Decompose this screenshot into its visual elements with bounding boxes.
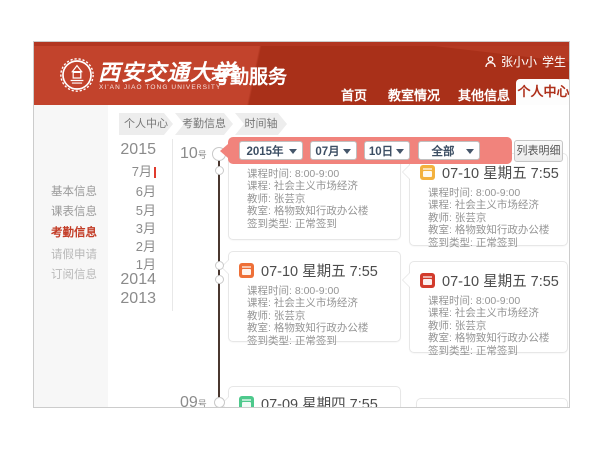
timeline-nav-month-3[interactable]: 3月	[94, 218, 156, 237]
timeline-nav-divider	[172, 139, 173, 311]
card-header: 07-10 星期五 7:55	[442, 162, 559, 183]
app-header: 西安交通大学 XI'AN JIAO TONG UNIVERSITY 考勤服务 张…	[34, 42, 570, 105]
attendance-card: 07-10 星期五 7:55 课程时间: 8:00-9:00 课程: 社会主义市…	[409, 153, 568, 246]
nav-item-home[interactable]: 首页	[341, 85, 367, 104]
event-type-icon	[239, 396, 254, 408]
sidebar-item-schedule-info[interactable]: 课表信息	[51, 203, 97, 219]
attendance-card: 课程时间: 8:00-9:00 课程: 社会主义市场经济 教师: 张芸京 教室:…	[228, 151, 401, 240]
list-detail-button[interactable]: 列表明细	[514, 140, 563, 162]
event-type-icon	[420, 165, 435, 180]
filter-bar: 2015年 07月 10日 全部	[228, 137, 512, 164]
filter-bar-pointer	[220, 144, 228, 158]
person-icon	[485, 56, 496, 68]
card-header: 07-09 星期四 7:55	[261, 393, 378, 408]
user-name: 张小小	[501, 53, 537, 70]
nav-item-classrooms[interactable]: 教室情况	[388, 85, 440, 104]
nav-item-other-info[interactable]: 其他信息	[458, 85, 510, 104]
chevron-down-icon	[289, 149, 297, 154]
attendance-card: 07-10 星期五 7:55 课程时间: 8:00-9:00 课程: 社会主义市…	[228, 251, 401, 342]
sidebar-item-leave-request[interactable]: 请假申请	[51, 246, 97, 262]
user-role: 学生	[542, 53, 566, 70]
timeline-node-small-3	[215, 275, 224, 284]
breadcrumb-attendance-info[interactable]: 考勤信息	[175, 113, 233, 135]
chevron-down-icon	[343, 149, 351, 154]
type-dropdown[interactable]: 全部	[418, 141, 480, 160]
timeline-node-small-1	[215, 166, 224, 175]
event-type-icon	[239, 263, 254, 278]
day-group-label-10: 10号	[180, 145, 207, 163]
timeline-nav-2013[interactable]: 2013	[94, 290, 156, 308]
attendance-card-partial	[416, 398, 568, 408]
timeline-nav-2014[interactable]: 2014	[94, 271, 156, 289]
app-title: 考勤服务	[211, 62, 287, 89]
nav-tab-personal-center[interactable]: 个人中心	[516, 79, 570, 105]
chevron-down-icon	[466, 149, 474, 154]
user-info[interactable]: 张小小 学生	[485, 53, 566, 70]
breadcrumb-personal-center[interactable]: 个人中心	[119, 113, 173, 135]
sidebar-item-basic-info[interactable]: 基本信息	[51, 183, 97, 199]
app-window: 西安交通大学 XI'AN JIAO TONG UNIVERSITY 考勤服务 张…	[33, 41, 570, 408]
sidebar-item-attendance-info[interactable]: 考勤信息	[51, 224, 97, 240]
timeline-nav-2015[interactable]: 2015	[94, 141, 156, 159]
card-header: 07-10 星期五 7:55	[442, 270, 559, 291]
day-group-label-09: 09号	[180, 394, 207, 408]
attendance-card: 07-10 星期五 7:55 课程时间: 8:00-9:00 课程: 社会主义市…	[409, 261, 568, 353]
university-seal-icon	[60, 58, 94, 92]
month-dropdown[interactable]: 07月	[310, 141, 357, 160]
timeline-nav-month-7[interactable]: 7月	[94, 161, 156, 180]
university-name-en: XI'AN JIAO TONG UNIVERSITY	[99, 84, 221, 91]
active-month-tick	[154, 167, 156, 178]
timeline-nav-month-5[interactable]: 5月	[94, 200, 156, 219]
timeline-node-day09	[214, 397, 225, 408]
timeline-nav-month-6[interactable]: 6月	[94, 181, 156, 200]
day-dropdown[interactable]: 10日	[364, 141, 410, 160]
year-dropdown[interactable]: 2015年	[239, 141, 303, 160]
attendance-card: 07-09 星期四 7:55 课程时间: 8:00-9:00 课程: 社会主义市…	[228, 386, 401, 408]
timeline-node-small-2	[215, 261, 224, 270]
sidebar-item-subscription-info[interactable]: 订阅信息	[51, 266, 97, 282]
event-type-icon	[420, 273, 435, 288]
chevron-down-icon	[396, 149, 404, 154]
screenshot-canvas: 西安交通大学 XI'AN JIAO TONG UNIVERSITY 考勤服务 张…	[0, 0, 600, 450]
card-header: 07-10 星期五 7:55	[261, 260, 378, 281]
breadcrumb-timeline[interactable]: 时间轴	[235, 113, 287, 135]
timeline-nav-month-2[interactable]: 2月	[94, 236, 156, 255]
